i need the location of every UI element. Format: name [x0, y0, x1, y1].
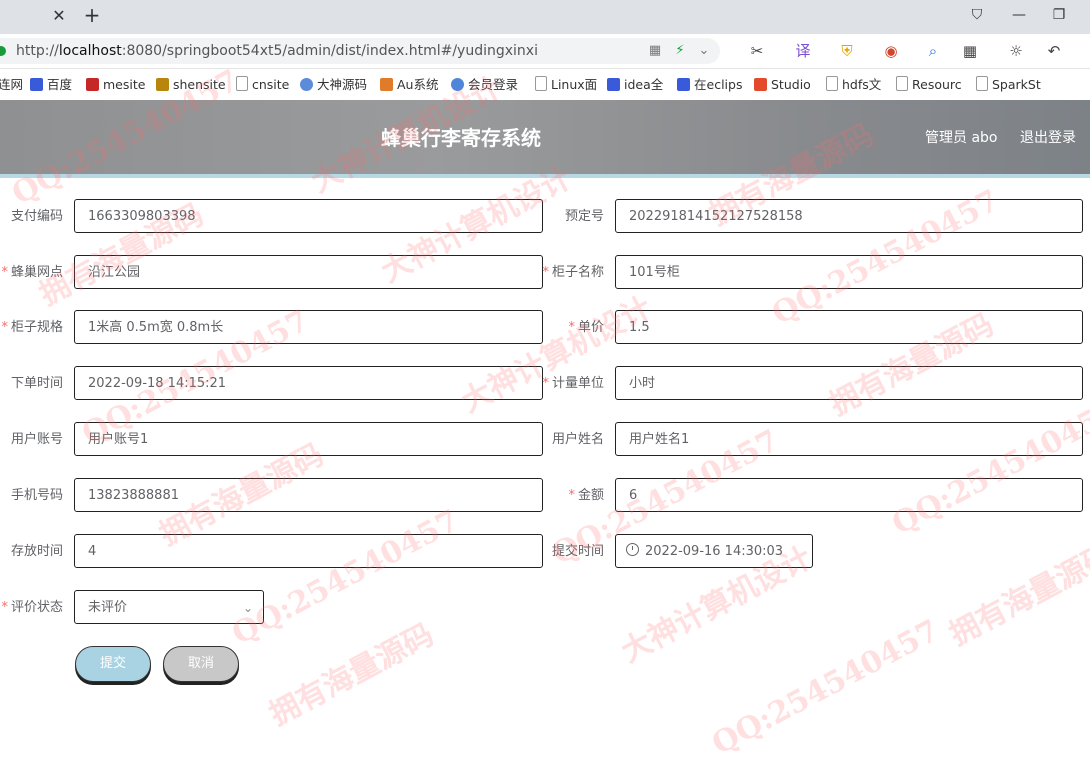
phone-label: 手机号码 — [10, 488, 63, 503]
bookmark-item[interactable]: 在eclips — [677, 76, 742, 94]
cabinet-spec-input[interactable]: 1米高 0.5m宽 0.8m长 — [74, 310, 543, 344]
bookmark-item[interactable]: Resourc — [896, 76, 962, 94]
duration-input[interactable]: 4 — [74, 534, 543, 568]
url-host: localhost — [58, 43, 122, 59]
outlet-label: * 蜂巢网点 — [1, 265, 63, 280]
order-time-label: 下单时间 — [10, 376, 63, 391]
chevron-down-icon[interactable]: ⌄ — [695, 42, 713, 60]
user-account-input[interactable]: 用户账号1 — [74, 422, 543, 456]
bookmark-item[interactable]: 大神源码 — [300, 76, 367, 94]
bookmark-item[interactable]: shensite — [156, 76, 226, 94]
url-rest: :8080/springboot54xt5/admin/dist/index.h… — [121, 43, 538, 59]
url-prefix: http:// — [16, 43, 59, 59]
app-title: 蜂巢行李寄存系统 — [381, 126, 541, 150]
unit-price-label: * 单价 — [568, 320, 604, 335]
baidu-icon — [677, 78, 690, 91]
bookmark-item[interactable]: idea全 — [607, 76, 663, 94]
bookmark-item[interactable]: 百度 — [30, 76, 72, 94]
booking-no-label: 预定号 — [564, 209, 604, 224]
url-input[interactable]: http://localhost:8080/springboot54xt5/ad… — [0, 38, 720, 64]
cloud-icon — [451, 78, 464, 91]
page-icon — [976, 76, 988, 91]
watermark: QQ:254540457 — [226, 503, 465, 652]
close-tab-icon[interactable]: ✕ — [50, 6, 68, 26]
site-icon — [300, 78, 313, 91]
page-icon — [896, 76, 908, 91]
booking-no-input[interactable]: 202291814152127528158 — [615, 199, 1083, 233]
logout-link[interactable]: 退出登录 — [1020, 127, 1076, 147]
submit-button[interactable]: 提交 — [75, 646, 151, 682]
phone-input[interactable]: 13823888881 — [74, 478, 543, 512]
bookmarks-bar: 连网 百度 mesite shensite cnsite 大神源码 Au系统 会… — [0, 69, 1090, 101]
app-header: 蜂巢行李寄存系统 管理员 abo 退出登录 — [0, 100, 1090, 178]
cancel-button[interactable]: 取消 — [163, 646, 239, 682]
bookmark-item[interactable]: mesite — [86, 76, 145, 94]
minimize-icon[interactable]: — — [1008, 5, 1030, 25]
user-account-label: 用户账号 — [10, 432, 63, 447]
review-status-label: * 评价状态 — [1, 600, 63, 615]
outlet-input[interactable]: 沿江公园 — [74, 255, 543, 289]
admin-label: 管理员 abo — [925, 130, 998, 146]
gamepad-icon[interactable]: ◉ — [880, 40, 902, 62]
bookmark-item[interactable]: cnsite — [236, 76, 289, 94]
unit-label: * 计量单位 — [542, 376, 604, 391]
shirt-icon[interactable]: ⛉ — [966, 5, 988, 25]
site-icon — [754, 78, 767, 91]
watermark: QQ:254540457 — [886, 393, 1090, 542]
cabinet-name-input[interactable]: 101号柜 — [615, 255, 1083, 289]
brightness-icon[interactable]: ☼ — [1005, 40, 1027, 62]
review-status-value: 未评价 — [88, 600, 128, 615]
pay-code-label: 支付编码 — [10, 209, 63, 224]
submit-time-picker[interactable]: 2022-09-16 14:30:03 — [615, 534, 813, 568]
amount-label: * 金额 — [568, 488, 604, 503]
order-time-input[interactable]: 2022-09-18 14:15:21 — [74, 366, 543, 400]
watermark: 拥有海量源码 — [943, 537, 1090, 653]
new-tab-icon[interactable]: + — [83, 4, 101, 26]
submit-time-label: 提交时间 — [551, 544, 604, 559]
page-icon — [535, 76, 547, 91]
secure-icon — [0, 46, 6, 56]
shield-icon[interactable]: ⛨ — [836, 40, 858, 62]
chevron-down-icon: ⌄ — [242, 601, 253, 615]
grid-icon[interactable]: ▦ — [646, 42, 664, 60]
review-status-select[interactable]: 未评价 ⌄ — [74, 590, 264, 624]
user-name-label: 用户姓名 — [551, 432, 604, 447]
baidu-icon — [30, 78, 43, 91]
bookmark-item[interactable]: Studio — [754, 76, 811, 94]
watermark: QQ:254540457 — [706, 613, 945, 762]
page-icon — [236, 76, 248, 91]
submit-time-value: 2022-09-16 14:30:03 — [645, 544, 784, 559]
site-icon — [86, 78, 99, 91]
page-icon — [826, 76, 838, 91]
cabinet-spec-label: * 柜子规格 — [1, 320, 63, 335]
search-icon[interactable]: ⌕ — [922, 40, 944, 62]
bookmark-item[interactable]: SparkSt — [976, 76, 1041, 94]
bookmark-item[interactable]: 连网 — [0, 76, 23, 94]
undo-icon[interactable]: ↶ — [1043, 40, 1065, 62]
scissors-icon[interactable]: ✂ — [746, 40, 768, 62]
bolt-icon[interactable]: ⚡ — [671, 42, 689, 60]
baidu-icon — [607, 78, 620, 91]
restore-icon[interactable]: ❐ — [1048, 5, 1070, 25]
bookmark-item[interactable]: 会员登录 — [451, 76, 518, 94]
amount-input[interactable]: 6 — [615, 478, 1083, 512]
duration-label: 存放时间 — [10, 544, 63, 559]
clock-icon — [626, 543, 639, 556]
bookmark-item[interactable]: hdfs文 — [826, 76, 881, 94]
translate-icon[interactable]: 译 — [792, 40, 814, 62]
site-icon — [156, 78, 169, 91]
apps-icon[interactable]: ▦ — [959, 40, 981, 62]
cabinet-name-label: * 柜子名称 — [542, 265, 604, 280]
user-name-input[interactable]: 用户姓名1 — [615, 422, 1083, 456]
bookmark-item[interactable]: Au系统 — [380, 76, 438, 94]
site-icon — [380, 78, 393, 91]
unit-price-input[interactable]: 1.5 — [615, 310, 1083, 344]
watermark: 拥有海量源码 — [263, 617, 440, 733]
pay-code-input[interactable]: 1663309803398 — [74, 199, 543, 233]
bookmark-item[interactable]: Linux面 — [535, 76, 597, 94]
unit-input[interactable]: 小时 — [615, 366, 1083, 400]
browser-tab-bar: ✕ + ⛉ — ❐ — [0, 0, 1090, 34]
